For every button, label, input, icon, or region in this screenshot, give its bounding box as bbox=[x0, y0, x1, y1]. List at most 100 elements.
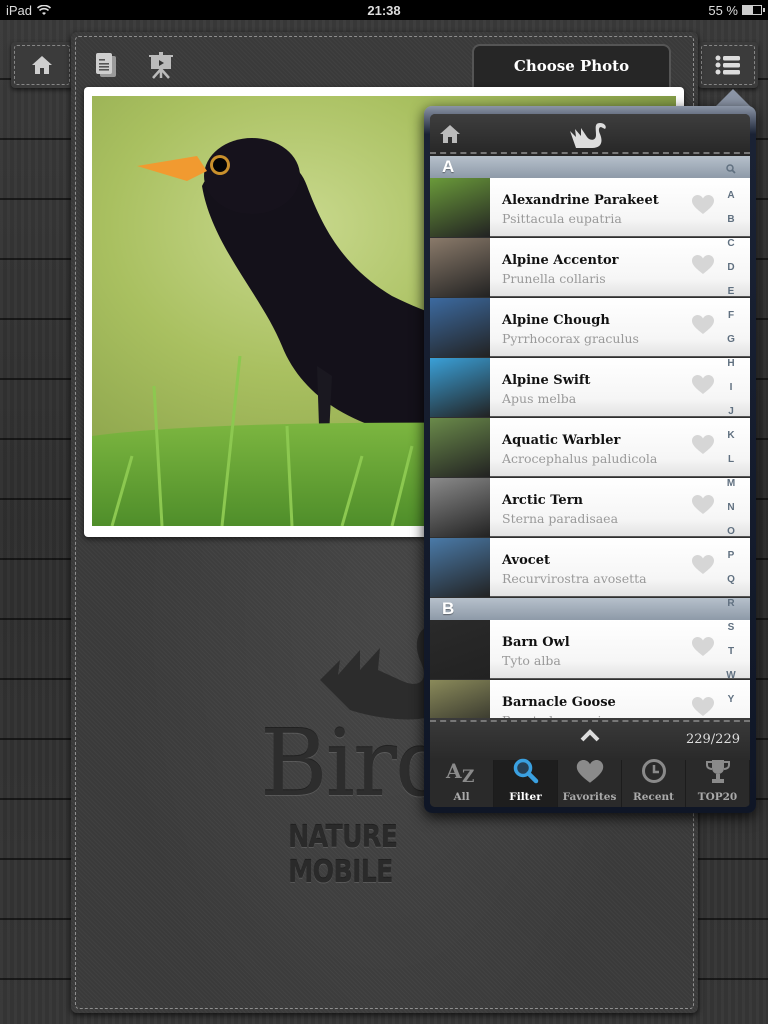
favorite-toggle[interactable] bbox=[692, 555, 714, 580]
index-letter[interactable]: T bbox=[728, 640, 734, 664]
favorite-toggle[interactable] bbox=[692, 195, 714, 220]
slideshow-icon bbox=[149, 52, 173, 79]
tab-all[interactable]: A Z All bbox=[430, 759, 494, 807]
clock: 21:38 bbox=[367, 2, 401, 18]
index-letter[interactable]: B bbox=[727, 208, 734, 232]
logo-subtitle: NATURE MOBILE bbox=[288, 820, 398, 890]
species-row[interactable]: Alpine Swift Apus melba bbox=[430, 358, 750, 417]
index-letter[interactable]: E bbox=[728, 280, 735, 304]
tab-recent[interactable]: Recent bbox=[622, 758, 686, 807]
index-letter[interactable]: Y bbox=[728, 688, 735, 712]
favorite-toggle[interactable] bbox=[692, 375, 714, 400]
index-letter[interactable]: F bbox=[728, 304, 734, 328]
index-search-icon[interactable] bbox=[726, 160, 736, 184]
heart-icon bbox=[576, 760, 604, 789]
index-letter[interactable]: D bbox=[727, 256, 734, 280]
tab-label: Favorites bbox=[562, 791, 617, 803]
heart-icon bbox=[692, 637, 714, 656]
index-letter[interactable]: I bbox=[730, 376, 733, 400]
wifi-icon bbox=[37, 4, 52, 15]
document-icon bbox=[96, 53, 116, 77]
species-row[interactable]: Alpine Accentor Prunella collaris bbox=[430, 238, 750, 297]
species-latin-name: Recurvirostra avosetta bbox=[502, 571, 647, 586]
species-name: Alpine Chough bbox=[502, 313, 610, 328]
species-row[interactable]: Alexandrine Parakeet Psittacula eupatria bbox=[430, 178, 750, 237]
species-latin-name: Acrocephalus paludicola bbox=[502, 451, 658, 466]
species-thumbnail bbox=[430, 620, 490, 679]
slideshow-button[interactable] bbox=[146, 50, 176, 80]
popover-header bbox=[430, 114, 750, 156]
species-row[interactable]: Barn Owl Tyto alba bbox=[430, 620, 750, 679]
tab-label: TOP20 bbox=[697, 791, 738, 803]
pages-button[interactable] bbox=[93, 50, 119, 80]
index-letter[interactable]: O bbox=[727, 520, 735, 544]
section-header-a: A bbox=[430, 156, 750, 178]
species-thumbnail bbox=[430, 238, 490, 297]
status-bar: iPad 21:38 55 % bbox=[0, 0, 768, 20]
heart-icon bbox=[692, 555, 714, 574]
search-icon bbox=[513, 758, 539, 789]
species-name: Avocet bbox=[502, 553, 550, 568]
battery-percent: 55 % bbox=[708, 2, 738, 18]
tab-label: Recent bbox=[633, 791, 674, 803]
heart-icon bbox=[692, 195, 714, 214]
index-letter[interactable]: C bbox=[727, 232, 734, 256]
favorite-toggle[interactable] bbox=[692, 495, 714, 520]
heart-icon bbox=[692, 315, 714, 334]
index-letter[interactable]: W bbox=[726, 664, 735, 688]
alphabet-index[interactable]: ABCDEFGHIJKLMNOPQRSTWY bbox=[720, 160, 742, 720]
index-letter[interactable]: J bbox=[728, 400, 734, 424]
species-name: Alpine Accentor bbox=[502, 253, 619, 268]
species-name: Alpine Swift bbox=[502, 373, 591, 388]
clock-icon bbox=[641, 758, 667, 789]
species-thumbnail bbox=[430, 298, 490, 357]
index-letter[interactable]: L bbox=[728, 448, 734, 472]
tab-label: Filter bbox=[509, 791, 542, 803]
tab-top20[interactable]: TOP20 bbox=[686, 760, 750, 807]
home-button[interactable] bbox=[11, 42, 73, 88]
index-letter[interactable]: M bbox=[727, 472, 735, 496]
species-name: Arctic Tern bbox=[502, 493, 583, 508]
species-row[interactable]: Alpine Chough Pyrrhocorax graculus bbox=[430, 298, 750, 357]
section-header-b: B bbox=[430, 598, 750, 620]
index-letter[interactable]: H bbox=[727, 352, 734, 376]
species-name: Aquatic Warbler bbox=[502, 433, 621, 448]
index-letter[interactable]: A bbox=[727, 184, 734, 208]
svg-text:Z: Z bbox=[462, 767, 474, 784]
species-popover: A Alexandrine Parakeet Psittacula eupatria… bbox=[424, 106, 756, 813]
species-row[interactable]: Aquatic Warbler Acrocephalus paludicola bbox=[430, 418, 750, 477]
species-name: Alexandrine Parakeet bbox=[502, 193, 659, 208]
favorite-toggle[interactable] bbox=[692, 315, 714, 340]
species-latin-name: Pyrrhocorax graculus bbox=[502, 331, 639, 346]
list-button[interactable] bbox=[698, 42, 758, 88]
species-name: Barn Owl bbox=[502, 635, 570, 650]
favorite-toggle[interactable] bbox=[692, 435, 714, 460]
tab-filter[interactable]: Filter bbox=[494, 758, 558, 807]
index-letter[interactable]: P bbox=[728, 544, 735, 568]
species-thumbnail bbox=[430, 358, 490, 417]
index-letter[interactable]: R bbox=[727, 592, 734, 616]
index-letter[interactable]: S bbox=[728, 616, 735, 640]
tab-label: All bbox=[453, 791, 470, 803]
result-count: 229/229 bbox=[685, 732, 740, 747]
species-thumbnail bbox=[430, 478, 490, 537]
popover-arrow bbox=[715, 89, 751, 107]
species-latin-name: Tyto alba bbox=[502, 653, 561, 668]
svg-text:A: A bbox=[445, 760, 462, 783]
index-letter[interactable]: K bbox=[727, 424, 734, 448]
favorite-toggle[interactable] bbox=[692, 255, 714, 280]
heart-icon bbox=[692, 495, 714, 514]
index-letter[interactable]: Q bbox=[727, 568, 735, 592]
heart-icon bbox=[692, 435, 714, 454]
species-row[interactable]: Avocet Recurvirostra avosetta bbox=[430, 538, 750, 597]
index-letter[interactable]: N bbox=[727, 496, 734, 520]
index-letter[interactable]: G bbox=[727, 328, 735, 352]
trophy-icon bbox=[705, 758, 731, 789]
species-row[interactable]: Arctic Tern Sterna paradisaea bbox=[430, 478, 750, 537]
popover-home-button[interactable] bbox=[438, 122, 462, 146]
swan-icon bbox=[570, 123, 606, 148]
scroll-to-top-button[interactable] bbox=[580, 728, 600, 747]
favorite-toggle[interactable] bbox=[692, 637, 714, 662]
chevron-up-icon bbox=[580, 729, 600, 742]
tab-favorites[interactable]: Favorites bbox=[558, 760, 622, 807]
